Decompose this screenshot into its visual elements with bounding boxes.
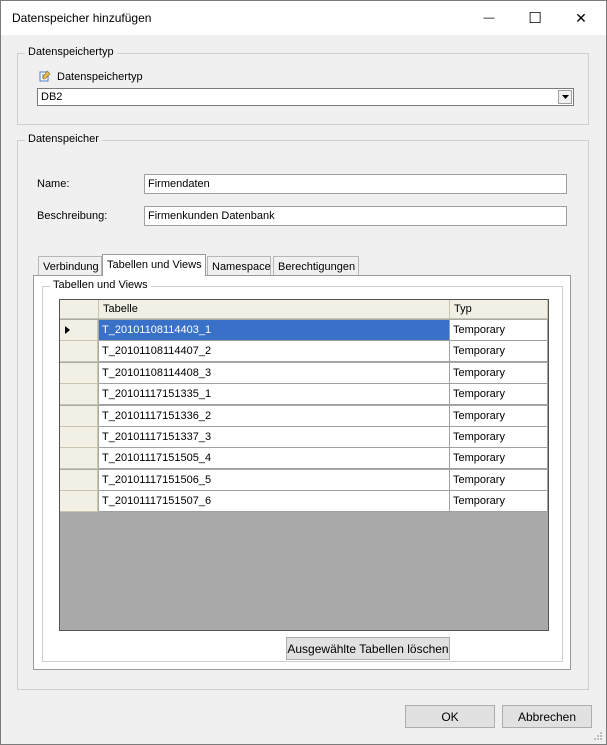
table-row[interactable]: T_20101117151335_1 Temporary [60,384,548,406]
tab-label: Namespace [212,261,271,273]
cell-typ[interactable]: Temporary [450,448,548,470]
column-header-typ[interactable]: Typ [450,300,548,319]
datenspeichertyp-select[interactable]: DB2 [37,88,574,106]
tab-label: Tabellen und Views [107,259,202,271]
column-header-tabelle[interactable]: Tabelle [99,300,450,319]
cell-typ[interactable]: Temporary [450,341,548,363]
current-row-indicator-icon [65,326,70,334]
cell-typ[interactable]: Temporary [450,427,548,448]
table-row[interactable]: T_20101117151336_2 Temporary [60,405,548,427]
window-title: Datenspeicher hinzufügen [12,11,152,25]
row-header[interactable] [60,469,98,491]
tab-label: Verbindung [43,261,99,273]
cell-tabelle[interactable]: T_20101117151336_2 [99,405,450,427]
row-header[interactable] [60,491,98,513]
typ-label: Datenspeichertyp [57,71,143,83]
cell-tabelle[interactable]: T_20101117151507_6 [99,491,450,513]
tab-berechtigungen[interactable]: Berechtigungen [273,256,359,276]
title-bar[interactable]: Datenspeicher hinzufügen — ☐ ✕ [1,1,606,35]
row-header[interactable] [60,405,98,427]
ok-button[interactable]: OK [405,705,495,728]
cancel-button[interactable]: Abbrechen [502,705,592,728]
tab-verbindung[interactable]: Verbindung [38,256,102,276]
resize-grip-icon[interactable] [593,731,603,741]
close-icon: ✕ [575,9,587,26]
description-label: Beschreibung: [37,210,108,222]
dialog-window: Datenspeicher hinzufügen — ☐ ✕ Datenspei… [0,0,607,745]
row-header[interactable] [60,448,98,470]
grid-header: Tabelle Typ [60,300,548,319]
chevron-down-icon[interactable] [558,90,572,104]
tables-grid[interactable]: Tabelle Typ T_20101108114403_1 Temporary T… [59,299,549,631]
cell-tabelle[interactable]: T_20101108114407_2 [99,341,450,363]
table-row[interactable]: T_20101117151506_5 Temporary [60,469,548,491]
cell-typ[interactable]: Temporary [450,384,548,406]
table-row[interactable]: T_20101117151507_6 Temporary [60,491,548,513]
tab-namespace[interactable]: Namespace [207,256,271,276]
group-legend-store: Datenspeicher [25,133,102,145]
group-legend-typ: Datenspeichertyp [25,46,117,58]
datenspeichertyp-group: Datenspeichertyp Datenspeichertyp DB2 [17,46,589,125]
cell-tabelle[interactable]: T_20101117151505_4 [99,448,450,470]
row-header[interactable] [60,427,98,448]
cell-tabelle[interactable]: T_20101117151335_1 [99,384,450,406]
name-label: Name: [37,178,70,190]
row-header-corner [60,300,99,319]
delete-selected-tables-button[interactable]: Ausgewählte Tabellen löschen [286,637,450,660]
minimize-button[interactable]: — [466,1,512,35]
description-field[interactable] [144,206,567,226]
name-field[interactable] [144,174,567,194]
cell-typ[interactable]: Temporary [450,491,548,513]
cell-typ[interactable]: Temporary [450,469,548,491]
cell-tabelle[interactable]: T_20101108114403_1 [99,320,450,341]
table-row[interactable]: T_20101108114403_1 Temporary [60,320,548,341]
row-header[interactable] [60,320,98,341]
row-header[interactable] [60,384,98,406]
maximize-button[interactable]: ☐ [512,1,558,35]
table-row[interactable]: T_20101117151337_3 Temporary [60,427,548,448]
cell-typ[interactable]: Temporary [450,362,548,384]
cell-typ[interactable]: Temporary [450,320,548,341]
cell-tabelle[interactable]: T_20101117151337_3 [99,427,450,448]
tab-tabellen-und-views[interactable]: Tabellen und Views [102,254,206,276]
cell-tabelle[interactable]: T_20101108114408_3 [99,362,450,384]
maximize-icon: ☐ [528,10,542,27]
table-row[interactable]: T_20101108114408_3 Temporary [60,362,548,384]
row-header[interactable] [60,362,98,384]
table-row[interactable]: T_20101117151505_4 Temporary [60,448,548,470]
row-header[interactable] [60,341,98,363]
table-row[interactable]: T_20101108114407_2 Temporary [60,341,548,363]
close-button[interactable]: ✕ [558,1,604,35]
minimize-icon: — [483,12,495,24]
edit-pencil-icon [39,70,51,82]
cell-tabelle[interactable]: T_20101117151506_5 [99,469,450,491]
cell-typ[interactable]: Temporary [450,405,548,427]
group-legend-tables: Tabellen und Views [50,279,151,291]
combo-value: DB2 [41,91,63,103]
tab-label: Berechtigungen [278,261,356,273]
